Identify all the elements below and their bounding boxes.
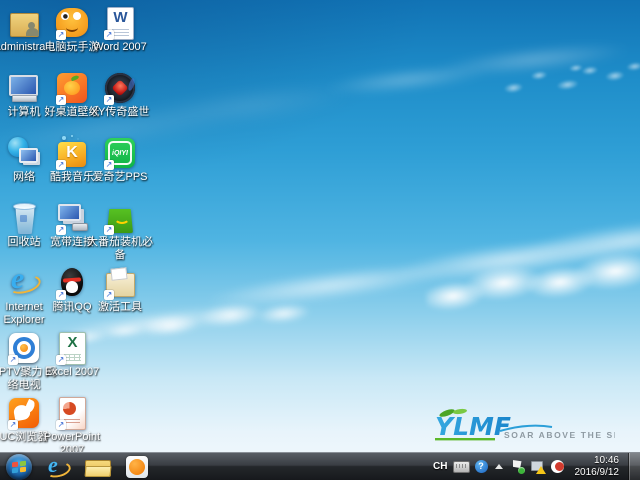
cloud	[308, 31, 631, 110]
shortcut-arrow-icon	[56, 95, 66, 105]
show-hidden-icons-chevron[interactable]	[495, 464, 503, 469]
taskbar-windows-explorer-icon[interactable]	[82, 454, 112, 480]
desktop-icon-powerpoint-2007[interactable]: PowerPoint 2007	[48, 396, 96, 457]
shortcut-arrow-icon	[56, 160, 66, 170]
show-desktop-button[interactable]	[628, 453, 640, 480]
windows-flag-icon	[12, 461, 18, 467]
help-icon[interactable]	[475, 460, 488, 473]
system-tray: CH 10:46 2016/9/12	[433, 453, 640, 480]
network-icon	[7, 136, 41, 170]
cloud	[133, 289, 311, 347]
shortcut-arrow-icon	[8, 355, 18, 365]
clock-date: 2016/9/12	[575, 467, 620, 479]
taskbar-windows-media-player-icon[interactable]	[122, 454, 152, 480]
shortcut-arrow-icon	[56, 420, 66, 430]
clock[interactable]: 10:46 2016/9/12	[575, 455, 620, 479]
desktop-icon-label: Excel 2007	[39, 366, 105, 379]
desktop-icon-label: XY传奇盛世	[87, 106, 153, 119]
windows-flag-icon	[20, 467, 26, 473]
taskbar-internet-explorer-icon[interactable]	[42, 454, 72, 480]
internet-explorer-icon	[7, 266, 41, 300]
shortcut-arrow-icon	[104, 290, 114, 300]
language-indicator[interactable]: CH	[433, 461, 447, 472]
shortcut-arrow-icon	[8, 420, 18, 430]
shortcut-arrow-icon	[104, 95, 114, 105]
computer-icon	[7, 71, 41, 105]
desktop-icon-excel-2007[interactable]: Excel 2007	[48, 331, 96, 379]
user-folder-icon	[7, 6, 41, 40]
desktop-icon-internet-explorer[interactable]: Internet Explorer	[0, 266, 48, 327]
shortcut-arrow-icon	[104, 30, 114, 40]
shortcut-arrow-icon	[104, 225, 114, 235]
action-center-icon[interactable]	[510, 459, 525, 474]
clock-time: 10:46	[575, 455, 620, 467]
windows-flag-icon	[20, 460, 26, 466]
desktop-icon-label: 大番茄装机必备	[87, 236, 153, 262]
desktop-icon-label: Word 2007	[87, 41, 153, 54]
taskbar: CH 10:46 2016/9/12	[0, 452, 640, 480]
shortcut-arrow-icon	[56, 30, 66, 40]
shortcut-arrow-icon	[56, 290, 66, 300]
volume-icon[interactable]	[550, 459, 565, 474]
shortcut-arrow-icon	[104, 160, 114, 170]
recycle-bin-icon	[7, 201, 41, 235]
windows-flag-icon	[12, 468, 18, 474]
desktop-icon-tomato-appstore[interactable]: 大番茄装机必备	[96, 201, 144, 262]
start-button[interactable]	[6, 454, 32, 480]
watermark-slogan: SOAR ABOVE THE SKY	[504, 430, 615, 440]
watermark-tagline-bar	[435, 438, 495, 440]
desktop-icon-word-2007[interactable]: Word 2007	[96, 6, 144, 54]
desktop-icon-iqiyi-pps[interactable]: 爱奇艺PPS	[96, 136, 144, 184]
ylmf-watermark: YLMF SOAR ABOVE THE SKY	[430, 407, 615, 445]
cloud	[57, 206, 640, 359]
watermark-brand: YLMF	[435, 412, 511, 441]
desktop-icon-label: 激活工具	[87, 301, 153, 314]
desktop-icon-activation-tool[interactable]: 激活工具	[96, 266, 144, 314]
shortcut-arrow-icon	[56, 355, 66, 365]
desktop-icon-label: 爱奇艺PPS	[87, 171, 153, 184]
shortcut-arrow-icon	[56, 225, 66, 235]
desktop-icon-xy-legend[interactable]: XY传奇盛世	[96, 71, 144, 119]
desktop: YLMF SOAR ABOVE THE SKY Administra... 电脑…	[0, 0, 640, 480]
cloud	[493, 48, 640, 112]
cloud	[423, 244, 640, 319]
keyboard-icon[interactable]	[453, 461, 470, 473]
desktop-icon-pptv[interactable]: PPTV聚力 网络电视	[0, 331, 48, 392]
network-status-warning-icon[interactable]	[530, 459, 545, 474]
